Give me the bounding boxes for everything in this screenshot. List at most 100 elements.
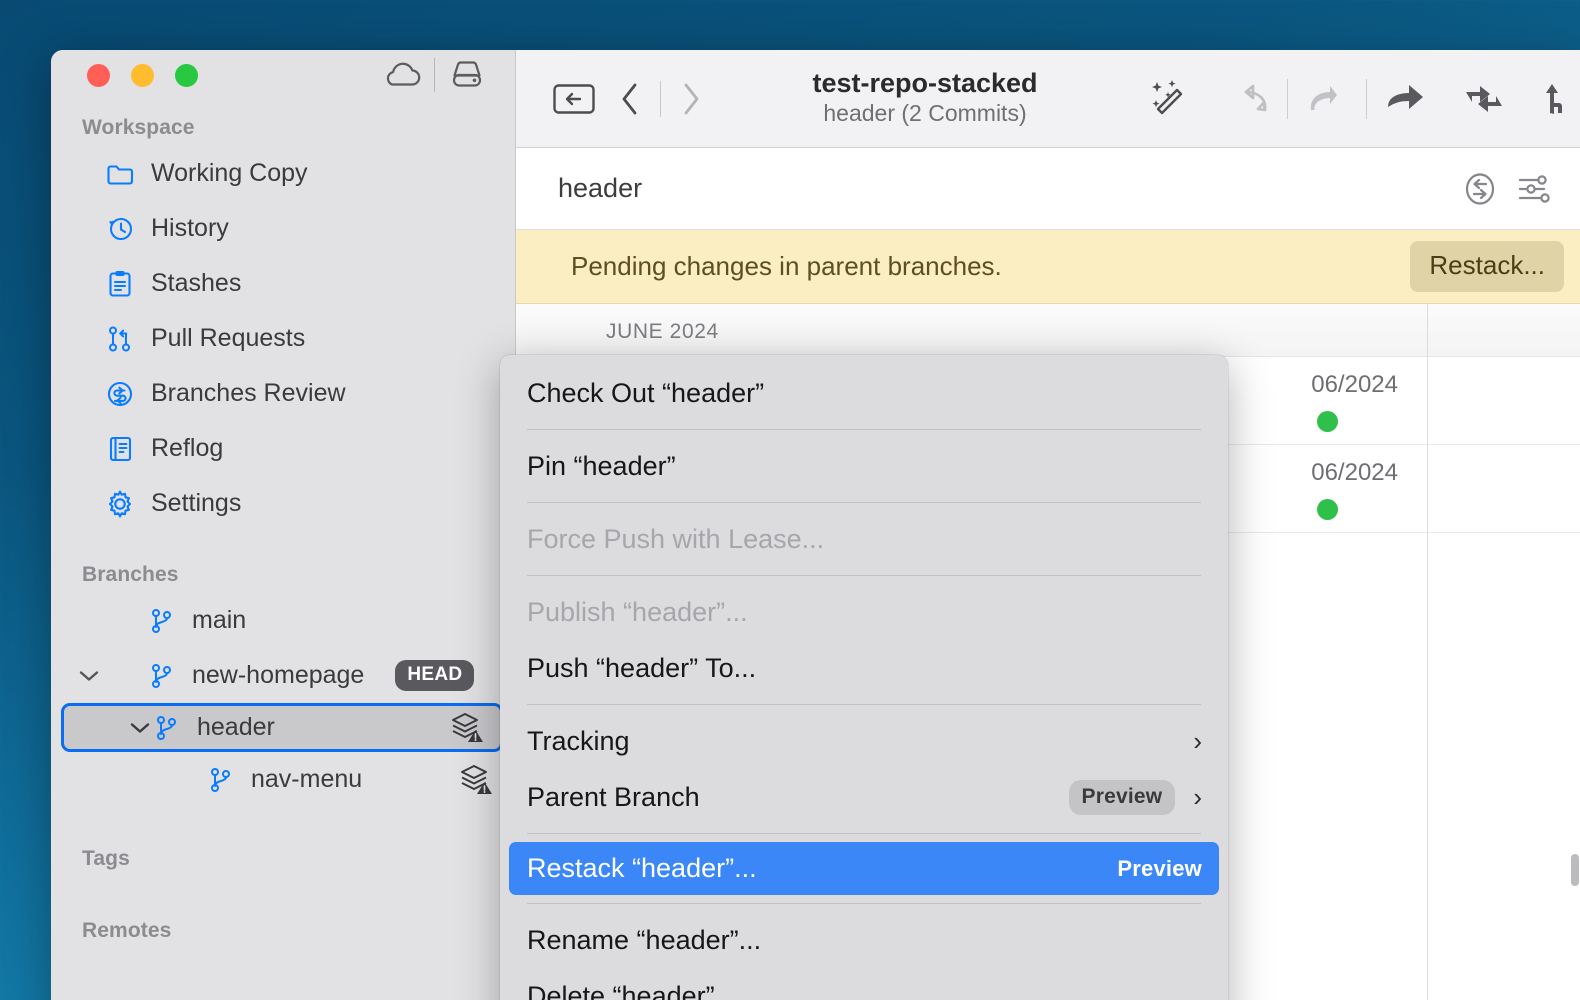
head-badge: HEAD [395,660,474,691]
sidebar-section-workspace-title: Workspace [51,100,515,146]
preview-badge: Preview [1069,780,1176,815]
commit-date: 06/2024 [1311,459,1398,487]
menu-item-label: Restack “header”... [527,853,1117,884]
redo-arrow-icon[interactable] [1288,71,1366,127]
sidebar-item-reflog[interactable]: Reflog [51,421,515,476]
search-input[interactable] [558,173,1452,204]
menu-separator [527,704,1201,705]
menu-separator [527,429,1201,430]
sidebar-item-label: Pull Requests [151,324,305,353]
review-sync-icon [106,380,134,408]
commit-date: 06/2024 [1311,371,1398,399]
menu-item-pin[interactable]: Pin “header” [500,438,1228,494]
clipboard-icon [106,270,134,298]
cloud-icon[interactable] [376,51,428,99]
pending-changes-banner: Pending changes in parent branches. Rest… [516,230,1580,304]
sidebar-item-label: Settings [151,489,241,518]
sidebar-item-label: new-homepage [192,661,364,690]
menu-item-tracking[interactable]: Tracking › [500,713,1228,769]
page-subtitle: header (2 Commits) [727,99,1123,129]
traffic-lights [87,64,198,87]
nav-divider [660,81,661,117]
sidebar-item-stashes[interactable]: Stashes [51,256,515,311]
sidebar-item-label: Reflog [151,434,223,463]
forward-chevron-icon[interactable] [663,71,719,127]
menu-item-label: Parent Branch [527,782,1069,813]
branch-context-menu: Check Out “header” Pin “header” Force Pu… [500,355,1228,1000]
sidebar-item-label: main [192,606,246,635]
column-divider [1427,304,1428,1000]
page-title: test-repo-stacked [727,68,1123,99]
push-arrow-icon[interactable] [1367,71,1445,127]
menu-item-label: Force Push with Lease... [527,524,1202,555]
toolbar-title-block: test-repo-stacked header (2 Commits) [719,68,1131,129]
menu-separator [527,502,1201,503]
menu-item-push-to[interactable]: Push “header” To... [500,640,1228,696]
sidebar-item-settings[interactable]: Settings [51,476,515,531]
menu-separator [527,903,1201,904]
sidebar-branch-nav-menu[interactable]: nav-menu [51,752,515,807]
sidebar-item-label: nav-menu [251,765,362,794]
chevron-down-icon[interactable] [78,665,100,687]
sidebar-branch-new-homepage[interactable]: new-homepage HEAD [51,648,515,703]
menu-item-label: Rename “header”... [527,925,1202,956]
menu-item-publish: Publish “header”... [500,584,1228,640]
menu-item-label: Pin “header” [527,451,1202,482]
sidebar-branch-main[interactable]: main [51,593,515,648]
chevron-down-icon[interactable] [129,717,151,739]
magic-wand-icon[interactable] [1131,71,1209,127]
commit-status-dot [1317,411,1338,432]
main-toolbar: test-repo-stacked header (2 Commits) [516,50,1580,148]
branch-icon [152,714,180,742]
minimize-button[interactable] [131,64,154,87]
sidebar-item-label: History [151,214,229,243]
stack-warning-icon[interactable] [459,764,493,796]
sidebar-item-label: Stashes [151,269,241,298]
menu-item-restack[interactable]: Restack “header”... Preview [509,842,1219,895]
filter-settings-icon[interactable] [1508,164,1564,214]
stack-warning-icon[interactable] [450,712,484,744]
menu-item-label: Push “header” To... [527,653,1202,684]
menu-item-label: Publish “header”... [527,597,1202,628]
pull-request-icon [106,325,134,353]
undo-arrow-icon[interactable] [1209,71,1287,127]
search-bar [516,148,1580,230]
sidebar-item-branches-review[interactable]: Branches Review [51,366,515,421]
branch-icon [147,607,175,635]
menu-item-check-out[interactable]: Check Out “header” [500,365,1228,421]
sidebar-item-label: Branches Review [151,379,346,408]
menu-item-label: Check Out “header” [527,378,1202,409]
chevron-right-icon: › [1193,784,1202,810]
menu-item-parent-branch[interactable]: Parent Branch Preview › [500,769,1228,825]
menu-separator [527,575,1201,576]
sidebar-branch-header[interactable]: header [61,703,503,752]
sidebar-item-working-copy[interactable]: Working Copy [51,146,515,201]
vertical-scrollbar[interactable] [1571,854,1579,886]
month-header: JUNE 2024 [516,304,1580,357]
pull-arrow-icon[interactable] [1523,71,1580,127]
sidebar-section-branches-title: Branches [51,531,515,593]
hard-drive-icon[interactable] [441,51,493,99]
menu-item-delete[interactable]: Delete “header”... [500,968,1228,1000]
branch-icon [147,662,175,690]
toolbar-actions [1131,71,1580,127]
clock-history-icon [106,215,134,243]
zoom-button[interactable] [175,64,198,87]
menu-separator [527,833,1201,834]
sidebar-item-label: Working Copy [151,159,308,188]
back-chevron-icon[interactable] [602,71,658,127]
folder-icon [106,160,134,188]
menu-item-rename[interactable]: Rename “header”... [500,912,1228,968]
fetch-sync-icon[interactable] [1445,71,1523,127]
sidebar-section-tags-title: Tags [51,807,515,877]
branch-icon [206,766,234,794]
sidebar-toggle-icon[interactable] [546,71,602,127]
menu-item-label: Delete “header”... [527,981,1202,1000]
titlebar [51,50,515,100]
sidebar-item-pull-requests[interactable]: Pull Requests [51,311,515,366]
close-button[interactable] [87,64,110,87]
compare-branches-icon[interactable] [1452,164,1508,214]
sidebar-section-remotes-title: Remotes [51,877,515,949]
restack-button[interactable]: Restack... [1410,241,1564,292]
sidebar-item-history[interactable]: History [51,201,515,256]
